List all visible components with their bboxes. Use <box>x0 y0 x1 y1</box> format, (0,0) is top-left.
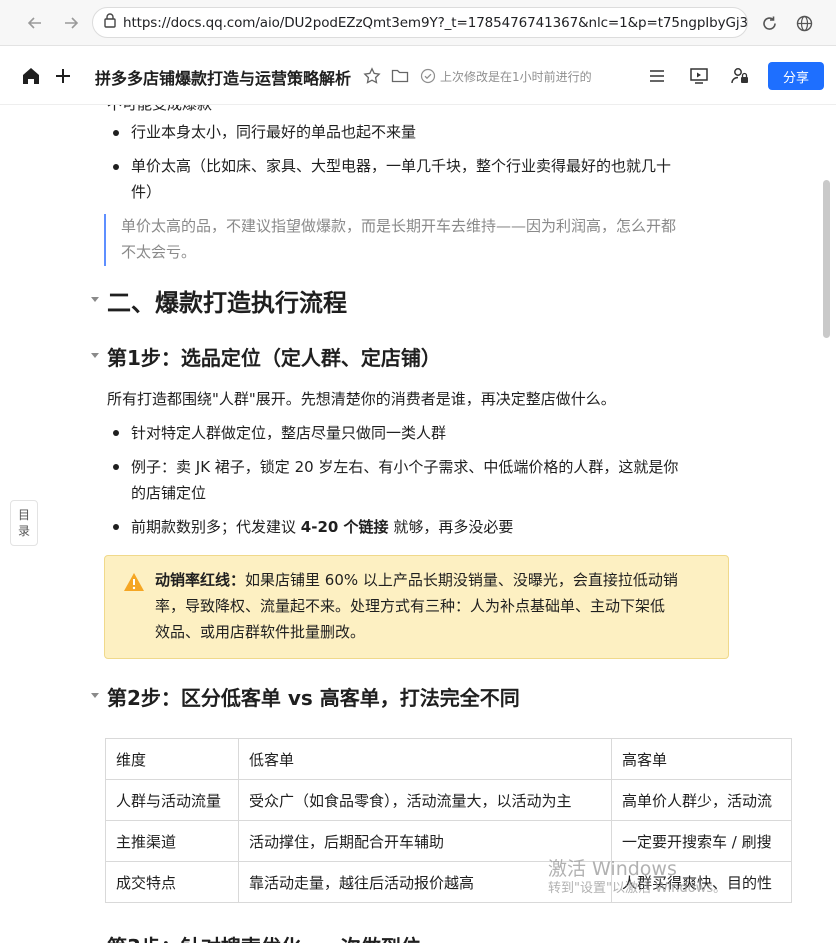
toc-toggle-button[interactable]: 目 录 <box>10 500 38 546</box>
doc-title[interactable]: 拼多多店铺爆款打造与运营策略解析 <box>95 65 351 89</box>
list-item-bold: 4-20 个链接 <box>300 518 389 536</box>
list-item-continuation: 的店铺定位 <box>131 484 207 502</box>
url-text: https://docs.qq.com/aio/DU2podEZzQmt3em9… <box>123 14 748 31</box>
watermark-line1: 激活 Windows <box>548 858 677 880</box>
document-body: 不可能变成爆款 行业本身太小，同行最好的单品也起不来量 单价太高（比如床、家具、… <box>0 105 820 943</box>
warning-icon <box>123 572 145 596</box>
bullet-dot <box>113 464 119 470</box>
back-icon[interactable] <box>20 8 50 38</box>
doc-header: 拼多多店铺爆款打造与运营策略解析 上次修改是在1小时前进行的 分享 <box>0 47 836 105</box>
list-item: 例子：卖 JK 裙子，锁定 20 岁左右、有小个子需求、中低端价格的人群，这就是… <box>131 458 679 476</box>
bullet-dot <box>113 524 119 530</box>
step3-heading: 第3步：针对搜索优化，一次做到位 <box>107 931 421 943</box>
callout-line2: 率，导致降权、流量起不来。处理方式有三种：人为补点基础单、主动下架低 <box>155 597 666 615</box>
collapse-caret-icon[interactable] <box>91 297 99 302</box>
step1-heading: 第1步：选品定位（定人群、定店铺） <box>107 346 441 370</box>
table-cell[interactable]: 成交特点 <box>105 861 239 903</box>
list-item: 前期款数别多；代发建议 4-20 个链接 就够，再多没必要 <box>131 514 513 540</box>
table-cell[interactable]: 受众广（如食品零食），活动流量大，以活动为主 <box>238 779 612 821</box>
table-cell[interactable]: 活动撑住，后期配合开车辅助 <box>238 820 612 862</box>
table-header-cell[interactable]: 低客单 <box>238 738 612 780</box>
table-row: 主推渠道 活动撑住，后期配合开车辅助 一定要开搜索车 / 刷搜 <box>105 820 792 862</box>
bullet-dot <box>113 430 119 436</box>
callout-bold: 动销率红线： <box>155 571 246 589</box>
callout-line3: 效品、或用店群软件批量删改。 <box>155 623 366 641</box>
scrollbar-thumb[interactable] <box>823 180 830 338</box>
globe-icon[interactable] <box>789 8 819 38</box>
forward-icon[interactable] <box>56 8 86 38</box>
table-cell[interactable]: 高单价人群少，活动流 <box>611 779 792 821</box>
folder-icon[interactable] <box>390 66 410 86</box>
plus-icon[interactable] <box>52 65 74 87</box>
table-header-cell[interactable]: 维度 <box>105 738 239 780</box>
address-bar[interactable]: https://docs.qq.com/aio/DU2podEZzQmt3em9… <box>92 7 748 38</box>
table-cell[interactable]: 人群与活动流量 <box>105 779 239 821</box>
check-circle-icon <box>419 67 437 85</box>
table-cell[interactable]: 主推渠道 <box>105 820 239 862</box>
quote-text-line1: 单价太高的品，不建议指望做爆款，而是长期开车去维持——因为利润高，怎么开都 <box>121 217 677 235</box>
browser-toolbar: https://docs.qq.com/aio/DU2podEZzQmt3em9… <box>0 0 836 46</box>
quote-text-line2: 不太会亏。 <box>121 243 197 261</box>
present-icon[interactable] <box>688 66 710 86</box>
home-icon[interactable] <box>20 65 42 87</box>
list-item: 行业本身太小，同行最好的单品也起不来量 <box>131 123 417 141</box>
callout-text: 动销率红线：如果店铺里 60% 以上产品长期没销量、没曝光，会直接拉低动销 率，… <box>155 567 715 645</box>
list-item: 单价太高（比如床、家具、大型电器，一单几千块，整个行业卖得最好的也就几十 <box>131 157 672 175</box>
last-modified-text: 上次修改是在1小时前进行的 <box>440 70 592 84</box>
list-item-text: 就够，再多没必要 <box>388 518 514 536</box>
bullet-dot <box>113 130 119 136</box>
list-item: 针对特定人群做定位，整店尽量只做同一类人群 <box>131 424 447 442</box>
menu-icon[interactable] <box>646 66 668 86</box>
section-heading: 二、爆款打造执行流程 <box>107 289 347 317</box>
list-item-text: 前期款数别多；代发建议 <box>131 518 301 536</box>
table-cell[interactable]: 一定要开搜索车 / 刷搜 <box>611 820 792 862</box>
collapse-caret-icon[interactable] <box>91 693 99 698</box>
collapse-caret-icon[interactable] <box>91 353 99 358</box>
watermark-line2: 转到"设置"以激活 Windows。 <box>548 881 727 896</box>
partial-text-line: 不可能变成爆款 <box>107 105 212 117</box>
step2-heading: 第2步：区分低客单 vs 高客单，打法完全不同 <box>107 686 520 710</box>
bullet-dot <box>113 164 119 170</box>
table-row: 人群与活动流量 受众广（如食品零食），活动流量大，以活动为主 高单价人群少，活动… <box>105 779 792 821</box>
toc-label-char: 目 <box>17 508 30 522</box>
step1-paragraph: 所有打造都围绕"人群"展开。先想清楚你的消费者是谁，再决定整店做什么。 <box>107 390 616 408</box>
warning-callout: 动销率红线：如果店铺里 60% 以上产品长期没销量、没曝光，会直接拉低动销 率，… <box>104 555 729 659</box>
lock-icon <box>103 13 117 32</box>
windows-activation-watermark: 激活 Windows 转到"设置"以激活 Windows。 <box>548 858 726 898</box>
reload-icon[interactable] <box>754 8 784 38</box>
list-item-continuation: 件） <box>131 183 162 201</box>
quote-bar <box>104 214 106 266</box>
table-header-row: 维度 低客单 高客单 <box>105 738 792 780</box>
user-permission-icon[interactable] <box>729 66 751 86</box>
callout-line1: 如果店铺里 60% 以上产品长期没销量、没曝光，会直接拉低动销 <box>245 571 678 589</box>
table-header-cell[interactable]: 高客单 <box>611 738 792 780</box>
star-icon[interactable] <box>362 66 382 86</box>
toc-label-char: 录 <box>17 524 30 538</box>
share-button[interactable]: 分享 <box>768 62 824 90</box>
